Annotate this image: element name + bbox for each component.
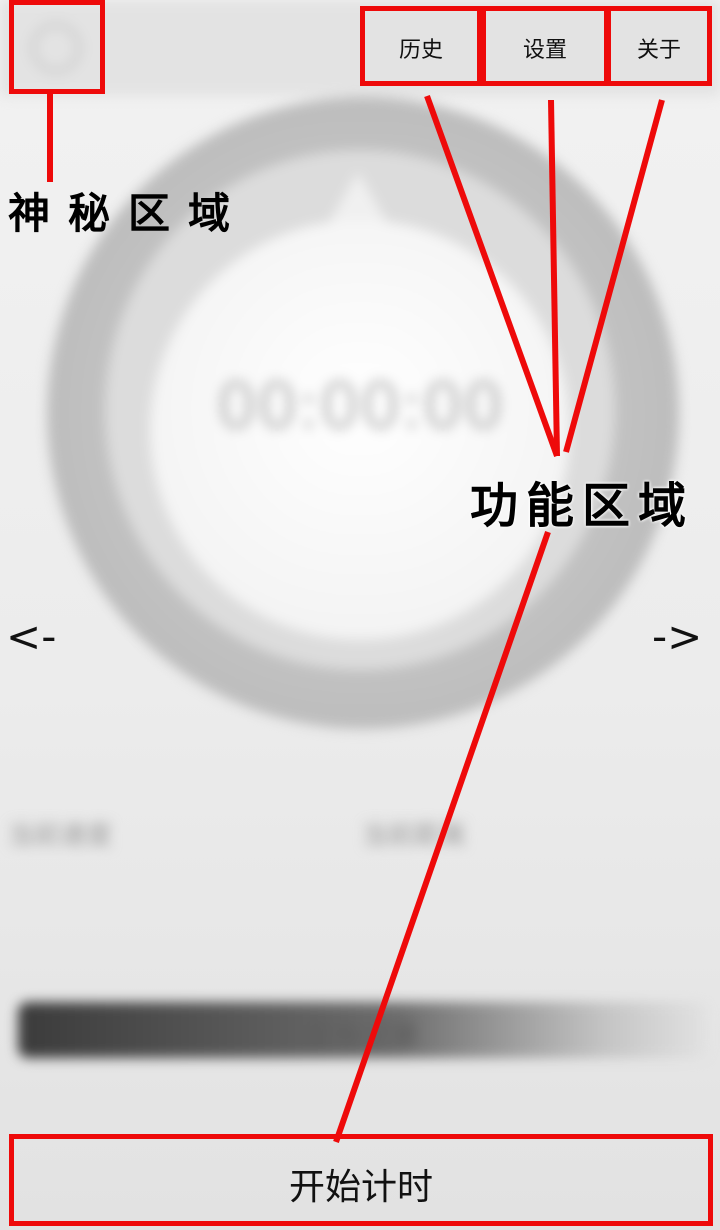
history-connector-line	[424, 94, 560, 458]
settings-connector-line	[548, 99, 560, 457]
start-connector-line	[333, 531, 551, 1143]
function-area-caption: 功能区域	[470, 478, 695, 534]
swipe-right-arrow-icon[interactable]: ->	[652, 612, 702, 661]
swipe-left-arrow-icon[interactable]: <-	[6, 612, 56, 661]
mystery-area-caption: 神秘区域	[8, 189, 249, 238]
about-connector-line	[563, 99, 665, 453]
